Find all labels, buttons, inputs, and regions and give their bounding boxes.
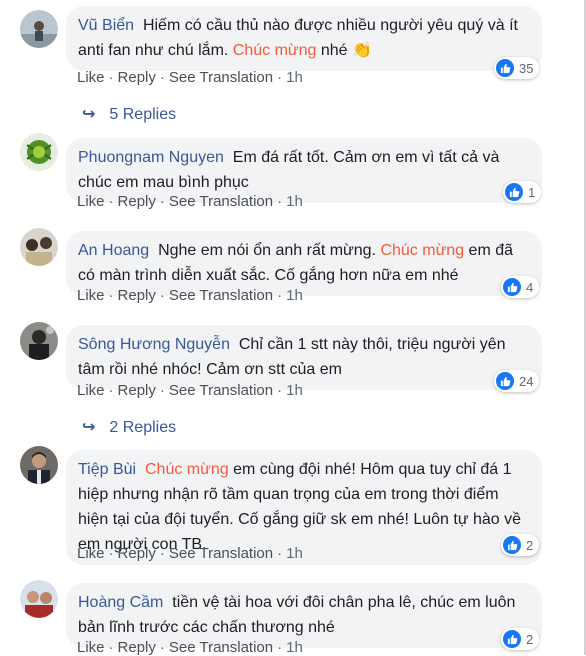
separator: ·	[277, 545, 283, 562]
reply-link[interactable]: Reply	[118, 287, 156, 304]
comment-text: nhé 👏	[316, 42, 372, 59]
comment-author[interactable]: Sông Hương Nguyễn	[78, 336, 230, 353]
comment-time[interactable]: 1h	[286, 639, 303, 656]
separator: ·	[108, 382, 114, 399]
comment-author[interactable]: Vũ Biển	[78, 17, 134, 34]
comment-bubble: Sông Hương Nguyễn Chỉ cần 1 stt này thôi…	[66, 325, 542, 390]
like-count: 2	[526, 537, 534, 553]
separator: ·	[108, 69, 114, 86]
comment-actions: Like · Reply · See Translation · 1h	[77, 287, 303, 304]
separator: ·	[277, 69, 283, 86]
reply-link[interactable]: Reply	[118, 639, 156, 656]
like-link[interactable]: Like	[77, 193, 105, 210]
separator: ·	[159, 545, 165, 562]
reaction-count[interactable]: 24	[494, 370, 540, 392]
reaction-count[interactable]: 2	[501, 534, 540, 556]
separator: ·	[277, 639, 283, 656]
comment-author[interactable]: Phuongnam Nguyen	[78, 149, 224, 166]
replies-count[interactable]: 2 Replies	[109, 419, 176, 436]
comment-author[interactable]: Hoàng Cầm	[78, 594, 163, 611]
thumbs-up-icon	[503, 630, 521, 648]
comment-text: Nghe em nói ổn anh rất mừng.	[158, 242, 381, 259]
thumbs-up-icon	[496, 372, 514, 390]
comment-actions: Like · Reply · See Translation · 1h	[77, 69, 303, 86]
separator: ·	[159, 193, 165, 210]
separator: ·	[159, 287, 165, 304]
like-link[interactable]: Like	[77, 287, 105, 304]
comment-time[interactable]: 1h	[286, 69, 303, 86]
view-replies-link[interactable]: ↪ 2 Replies	[82, 417, 176, 437]
comment-highlight[interactable]: Chúc mừng	[380, 242, 464, 259]
separator: ·	[277, 382, 283, 399]
comment-actions: Like · Reply · See Translation · 1h	[77, 382, 303, 399]
avatar[interactable]	[20, 322, 58, 360]
reply-link[interactable]: Reply	[118, 69, 156, 86]
like-count: 2	[526, 631, 534, 647]
reaction-count[interactable]: 1	[503, 181, 542, 203]
comment-time[interactable]: 1h	[286, 545, 303, 562]
like-count: 4	[526, 279, 534, 295]
reaction-count[interactable]: 4	[501, 276, 540, 298]
like-link[interactable]: Like	[77, 69, 105, 86]
comment-actions: Like · Reply · See Translation · 1h	[77, 639, 303, 656]
reply-arrow-icon: ↪	[82, 106, 96, 123]
like-count: 24	[519, 373, 534, 389]
like-count: 1	[528, 184, 536, 200]
like-link[interactable]: Like	[77, 545, 105, 562]
see-translation-link[interactable]: See Translation	[169, 382, 273, 399]
comment-bubble: Vũ Biển Hiếm có cầu thủ nào được nhiều n…	[66, 6, 542, 71]
comment-actions: Like · Reply · See Translation · 1h	[77, 193, 303, 210]
see-translation-link[interactable]: See Translation	[169, 193, 273, 210]
avatar[interactable]	[20, 446, 58, 484]
comment-highlight[interactable]: Chúc mừng	[145, 461, 229, 478]
comment-author[interactable]: An Hoang	[78, 242, 149, 259]
separator: ·	[108, 545, 114, 562]
separator: ·	[159, 382, 165, 399]
thumbs-up-icon	[503, 536, 521, 554]
reply-link[interactable]: Reply	[118, 382, 156, 399]
separator: ·	[277, 193, 283, 210]
see-translation-link[interactable]: See Translation	[169, 639, 273, 656]
see-translation-link[interactable]: See Translation	[169, 545, 273, 562]
replies-count[interactable]: 5 Replies	[109, 106, 176, 123]
avatar[interactable]	[20, 580, 58, 618]
separator: ·	[108, 287, 114, 304]
reply-link[interactable]: Reply	[118, 545, 156, 562]
reply-arrow-icon: ↪	[82, 419, 96, 436]
separator: ·	[108, 193, 114, 210]
see-translation-link[interactable]: See Translation	[169, 69, 273, 86]
like-link[interactable]: Like	[77, 639, 105, 656]
comment-time[interactable]: 1h	[286, 287, 303, 304]
comment-time[interactable]: 1h	[286, 193, 303, 210]
reaction-count[interactable]: 2	[501, 628, 540, 650]
comment-author[interactable]: Tiệp Bùi	[78, 461, 136, 478]
comment-highlight[interactable]: Chúc mừng	[233, 42, 317, 59]
reaction-count[interactable]: 35	[494, 57, 540, 79]
separator: ·	[108, 639, 114, 656]
like-link[interactable]: Like	[77, 382, 105, 399]
thumbs-up-icon	[496, 59, 514, 77]
reply-link[interactable]: Reply	[118, 193, 156, 210]
see-translation-link[interactable]: See Translation	[169, 287, 273, 304]
avatar[interactable]	[20, 10, 58, 48]
thumbs-up-icon	[503, 278, 521, 296]
comment-actions: Like · Reply · See Translation · 1h	[77, 545, 303, 562]
thumbs-up-icon	[505, 183, 523, 201]
separator: ·	[159, 639, 165, 656]
separator: ·	[277, 287, 283, 304]
like-count: 35	[519, 60, 534, 76]
avatar[interactable]	[20, 133, 58, 171]
comment-time[interactable]: 1h	[286, 382, 303, 399]
view-replies-link[interactable]: ↪ 5 Replies	[82, 104, 176, 124]
separator: ·	[159, 69, 165, 86]
avatar[interactable]	[20, 228, 58, 266]
